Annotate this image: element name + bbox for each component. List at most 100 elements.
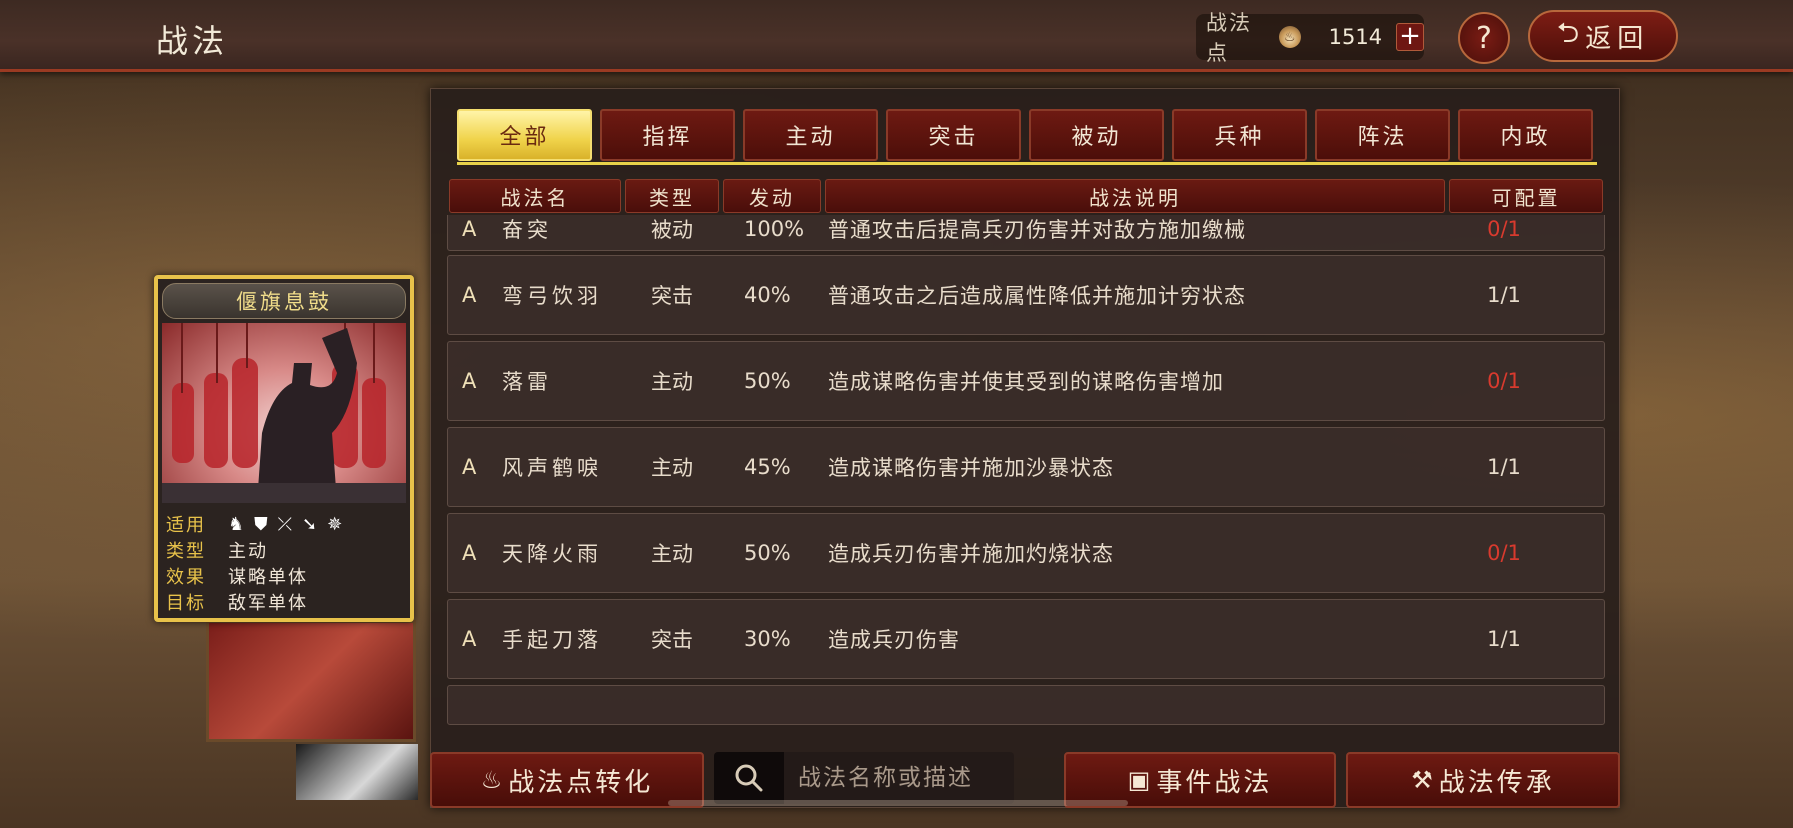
card-type-value: 主动 (228, 541, 268, 562)
add-points-button[interactable]: + (1396, 23, 1425, 51)
row-config: 0/1 (1487, 541, 1521, 565)
row-grade: A (462, 283, 477, 307)
card-stack-back-1[interactable] (206, 620, 416, 742)
row-grade: A (462, 217, 477, 241)
row-type: 主动 (651, 370, 693, 394)
event-skills-label: 事件战法 (1156, 767, 1273, 798)
card-target-row: 目标 敌军单体 (166, 589, 406, 615)
row-grade: A (462, 541, 477, 565)
tab-command[interactable]: 指挥 (600, 109, 735, 161)
spear-icon: ➘ (302, 513, 318, 535)
search-icon[interactable] (714, 752, 784, 804)
card-type-row: 类型 主动 (166, 537, 406, 563)
row-rate: 50% (744, 541, 791, 565)
hammer-icon: ⚒ (1411, 766, 1433, 794)
table-row[interactable]: A 手起刀落 突击 30% 造成兵刃伤害 1/1 (447, 599, 1605, 679)
card-effect-value: 谋略单体 (228, 567, 308, 588)
row-type: 被动 (651, 218, 693, 242)
card-type-label: 类型 (166, 541, 206, 562)
tab-all[interactable]: 全部 (457, 109, 592, 161)
back-arrow-icon: ⮌ (1556, 16, 1580, 49)
back-button-label: 返回 (1585, 23, 1650, 54)
row-name: 奋突 (502, 218, 552, 242)
row-type: 主动 (651, 542, 693, 566)
home-indicator (668, 800, 1128, 806)
search-box[interactable] (714, 752, 1014, 804)
col-head-type[interactable]: 类型 (625, 179, 719, 213)
row-rate: 40% (744, 283, 791, 307)
row-rate: 30% (744, 627, 791, 651)
card-stack-back-2[interactable] (296, 744, 418, 800)
row-desc: 普通攻击之后造成属性降低并施加计穷状态 (828, 284, 1246, 308)
row-grade: A (462, 455, 477, 479)
row-desc: 造成谋略伤害并施加沙暴状态 (828, 456, 1114, 480)
row-desc: 造成兵刃伤害并施加灼烧状态 (828, 542, 1114, 566)
col-head-name[interactable]: 战法名 (449, 179, 621, 213)
skill-points-value: 1514 (1328, 25, 1383, 49)
row-config: 0/1 (1487, 369, 1521, 393)
col-head-desc: 战法说明 (825, 179, 1445, 213)
skill-card-info: 适用 ♞ ⛊ ⤫ ➘ ✵ 类型 主动 效果 谋略单体 目标 敌军单体 (166, 511, 406, 615)
flame-icon: ♨ (480, 766, 503, 794)
skill-points-label: 战法点 (1206, 11, 1252, 65)
table-row[interactable]: A 风声鹤唳 主动 45% 造成谋略伤害并施加沙暴状态 1/1 (447, 427, 1605, 507)
row-config: 0/1 (1487, 217, 1521, 241)
row-rate: 45% (744, 455, 791, 479)
skill-inherit-button[interactable]: ⚒ 战法传承 (1346, 752, 1620, 808)
scroll-icon: ▣ (1127, 766, 1151, 794)
row-rate: 50% (744, 369, 791, 393)
tab-assault[interactable]: 突击 (886, 109, 1021, 161)
row-name: 手起刀落 (502, 628, 602, 652)
table-row[interactable]: A 落雷 主动 50% 造成谋略伤害并使其受到的谋略伤害增加 0/1 (447, 341, 1605, 421)
row-desc: 造成谋略伤害并使其受到的谋略伤害增加 (828, 370, 1224, 394)
convert-points-button[interactable]: ♨ 战法点转化 (430, 752, 704, 808)
skill-list-panel: 全部 指挥 主动 突击 被动 兵种 阵法 内政 战法名 类型 发动 战法说明 可… (430, 88, 1620, 808)
row-desc: 造成兵刃伤害 (828, 628, 960, 652)
row-config: 1/1 (1487, 627, 1521, 651)
row-grade: A (462, 369, 477, 393)
table-row[interactable]: A 奋突 被动 100% 普通攻击后提高兵刃伤害并对敌方施加缴械 0/1 (447, 215, 1605, 251)
row-grade: A (462, 627, 477, 651)
table-row-partial[interactable] (447, 685, 1605, 725)
back-button[interactable]: ⮌ 返回 (1528, 10, 1678, 62)
archer-icon: ⤫ (277, 513, 293, 535)
search-input[interactable] (798, 765, 1008, 791)
page-title: 战法 (156, 22, 229, 60)
row-type: 主动 (651, 456, 693, 480)
table-row[interactable]: A 弯弓饮羽 突击 40% 普通攻击之后造成属性降低并施加计穷状态 1/1 (447, 255, 1605, 335)
row-desc: 普通攻击后提高兵刃伤害并对敌方施加缴械 (828, 218, 1246, 242)
skill-point-flame-icon: ♨ (1278, 26, 1301, 48)
row-name: 落雷 (502, 370, 552, 394)
row-name: 弯弓饮羽 (502, 284, 602, 308)
top-bar: 战法 战法点 ♨ 1514 + ? ⮌ 返回 (0, 0, 1793, 72)
tab-internal[interactable]: 内政 (1458, 109, 1593, 161)
col-head-rate[interactable]: 发动 (723, 179, 821, 213)
convert-points-label: 战法点转化 (508, 767, 654, 798)
skill-card-title: 偃旗息鼓 (162, 283, 406, 319)
col-head-config[interactable]: 可配置 (1449, 179, 1603, 213)
table-row[interactable]: A 天降火雨 主动 50% 造成兵刃伤害并施加灼烧状态 0/1 (447, 513, 1605, 593)
tab-formation[interactable]: 阵法 (1315, 109, 1450, 161)
row-config: 1/1 (1487, 455, 1521, 479)
skill-card[interactable]: 偃旗息鼓 适用 ♞ ⛊ ⤫ ➘ ✵ 类型 主动 效果 谋略单体 目标 敌军单体 (154, 275, 414, 622)
skill-rows: A 奋突 被动 100% 普通攻击后提高兵刃伤害并对敌方施加缴械 0/1 A 弯… (447, 215, 1607, 825)
category-tabs: 全部 指挥 主动 突击 被动 兵种 阵法 内政 (457, 109, 1597, 165)
tab-active[interactable]: 主动 (743, 109, 878, 161)
row-type: 突击 (651, 628, 693, 652)
row-name: 风声鹤唳 (502, 456, 602, 480)
help-button[interactable]: ? (1458, 12, 1510, 64)
column-headers: 战法名 类型 发动 战法说明 可配置 (449, 179, 1605, 213)
shield-icon: ⛊ (254, 513, 268, 535)
card-target-value: 敌军单体 (228, 593, 308, 614)
card-effect-row: 效果 谋略单体 (166, 563, 406, 589)
card-applies-row: 适用 ♞ ⛊ ⤫ ➘ ✵ (166, 511, 406, 537)
skill-inherit-label: 战法传承 (1438, 767, 1555, 798)
tab-troop[interactable]: 兵种 (1172, 109, 1307, 161)
card-applies-label: 适用 (166, 515, 206, 536)
tab-passive[interactable]: 被动 (1029, 109, 1164, 161)
skill-card-art (162, 323, 406, 503)
chariot-icon: ✵ (327, 513, 343, 535)
row-name: 天降火雨 (502, 542, 602, 566)
unit-type-icons: ♞ ⛊ ⤫ ➘ ✵ (228, 514, 342, 535)
card-target-label: 目标 (166, 593, 206, 614)
